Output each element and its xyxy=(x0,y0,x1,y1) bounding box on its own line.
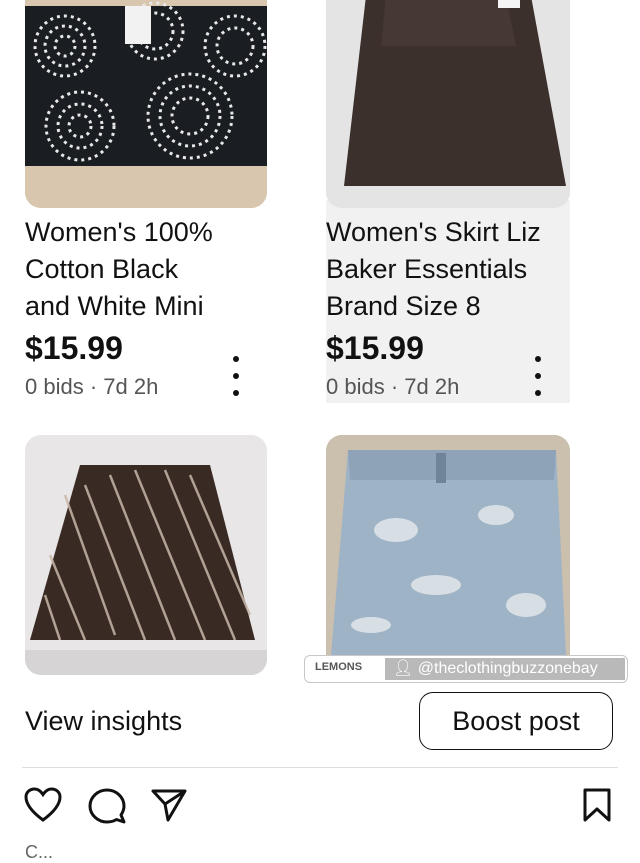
watermark-username: 👤︎ @theclothingbuzzonebay xyxy=(385,658,625,680)
jeans-image xyxy=(326,435,570,675)
watermark-username-text: @theclothingbuzzonebay xyxy=(417,660,598,677)
comment-icon[interactable] xyxy=(88,787,126,825)
view-insights-link[interactable]: View insights xyxy=(25,706,182,737)
listing-image[interactable] xyxy=(326,435,570,675)
watermark-logo: LEMONS xyxy=(315,661,363,673)
divider xyxy=(22,767,618,768)
boost-post-button[interactable]: Boost post xyxy=(419,692,613,750)
watermark-banner: LEMONS 👤︎ @theclothingbuzzonebay xyxy=(304,655,628,683)
send-icon[interactable] xyxy=(150,787,188,823)
bookmark-icon[interactable] xyxy=(582,787,612,823)
listing-card[interactable] xyxy=(0,0,640,700)
heart-icon[interactable] xyxy=(24,787,62,823)
user-icon: 👤︎ xyxy=(393,660,418,677)
